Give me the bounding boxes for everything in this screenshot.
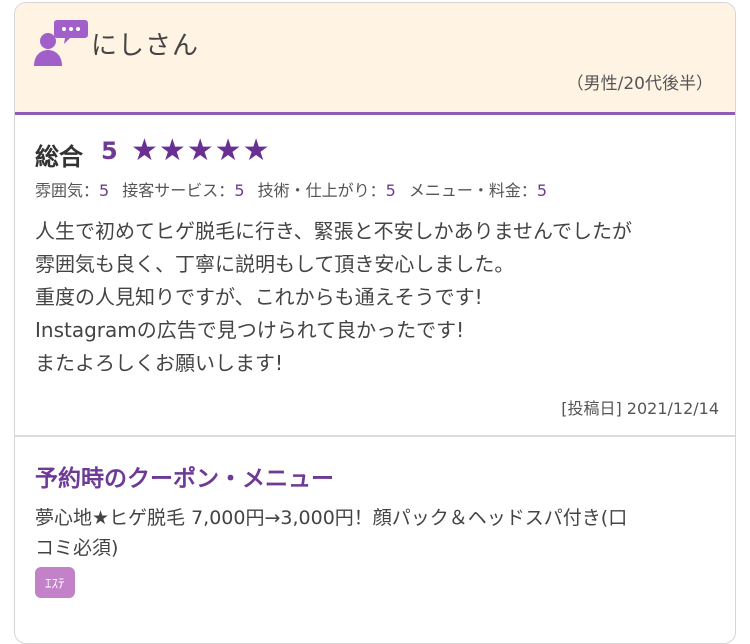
sub-rating-value: 5 — [536, 181, 548, 200]
coupon-line: コミ必須) — [35, 537, 119, 559]
review-card: にしさん （男性/20代後半） 総合 5 ★★★★★ 雰囲気：5 接客サービス：… — [14, 2, 736, 644]
sub-rating-label: 雰囲気： — [35, 181, 100, 200]
sub-rating-label: 技術・仕上がり： — [257, 181, 386, 200]
review-body: 人生で初めてヒゲ脱毛に行き、緊張と不安しかありませんでしたが 雰囲気も良く、丁寧… — [35, 215, 725, 380]
sub-rating-label: メニュー・料金： — [408, 181, 537, 200]
star-rating-icons: ★★★★★ — [131, 133, 271, 168]
sub-rating-value: 5 — [234, 181, 245, 200]
sub-rating-value: 5 — [385, 181, 396, 200]
review-line: 雰囲気も良く、丁寧に説明もして頂き安心しました。 — [35, 252, 515, 276]
coupon-line: 夢心地★ヒゲ脱毛 7,000円→3,000円！顔パック＆ヘッドスパ付き(口 — [35, 507, 628, 529]
reviewer-header: にしさん （男性/20代後半） — [15, 3, 735, 115]
reviewer-name: にしさん — [91, 31, 200, 61]
reviewer-gender-age: （男性/20代後半） — [566, 74, 713, 94]
review-section: 総合 5 ★★★★★ 雰囲気：5 接客サービス：5 技術・仕上がり：5 メニュー… — [15, 115, 735, 437]
review-line: 人生で初めてヒゲ脱毛に行き、緊張と不安しかありませんでしたが — [35, 219, 632, 243]
total-rating-score: 5 — [101, 137, 118, 165]
sub-rating-value: 5 — [99, 181, 110, 200]
review-line: Instagramの広告で見つけられて良かったです! — [35, 318, 465, 342]
sub-rating-label: 接客サービス： — [122, 181, 235, 200]
reviewer-chat-icon — [34, 20, 88, 66]
category-tag: ｴｽﾃ — [35, 567, 75, 598]
coupon-section: 予約時のクーポン・メニュー 夢心地★ヒゲ脱毛 7,000円→3,000円！顔パッ… — [15, 437, 735, 637]
total-rating-label: 総合 — [35, 143, 83, 171]
coupon-menu-link[interactable]: 夢心地★ヒゲ脱毛 7,000円→3,000円！顔パック＆ヘッドスパ付き(口 コミ… — [35, 503, 725, 563]
review-line: またよろしくお願いします! — [35, 351, 284, 375]
review-line: 重度の人見知りですが、これからも通えそうです! — [35, 285, 483, 309]
coupon-section-title: 予約時のクーポン・メニュー — [35, 466, 334, 492]
post-date: [投稿日] 2021/12/14 — [561, 399, 719, 418]
sub-ratings: 雰囲気：5 接客サービス：5 技術・仕上がり：5 メニュー・料金：5 — [35, 177, 555, 201]
